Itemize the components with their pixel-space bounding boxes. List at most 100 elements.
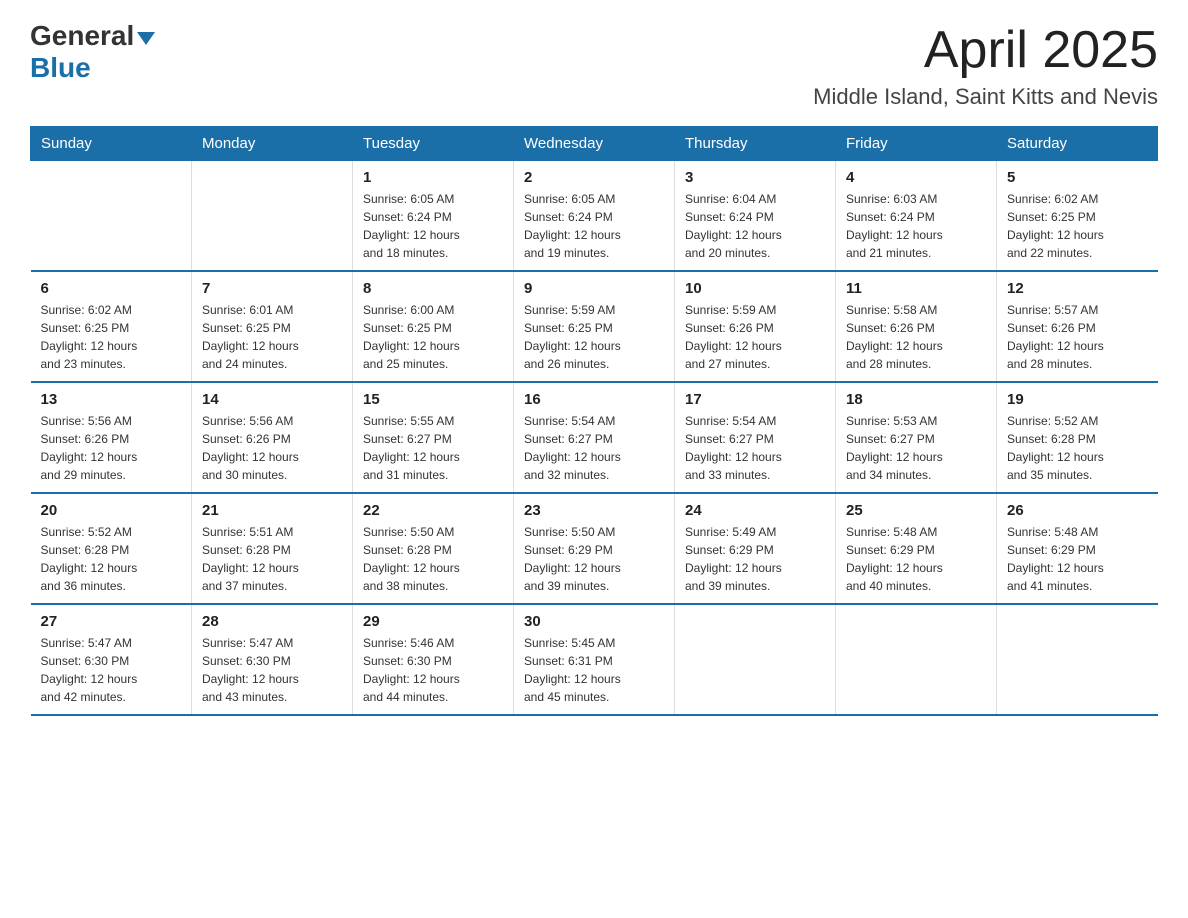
day-info: Sunrise: 5:47 AM Sunset: 6:30 PM Dayligh… — [41, 634, 182, 706]
calendar-cell: 18 Sunrise: 5:53 AM Sunset: 6:27 PM Dayli… — [836, 382, 997, 493]
calendar-cell: 11Sunrise: 5:58 AM Sunset: 6:26 PM Dayli… — [836, 271, 997, 382]
day-number: 16 — [524, 391, 664, 408]
day-info: Sunrise: 5:54 AM Sunset: 6:27 PM Dayligh… — [524, 412, 664, 484]
title-block: April 2025 Middle Island, Saint Kitts an… — [813, 20, 1158, 110]
calendar-week-4: 20 Sunrise: 5:52 AM Sunset: 6:28 PM Dayli… — [31, 493, 1158, 604]
day-info: Sunrise: 5:52 AM Sunset: 6:28 PM Dayligh… — [1007, 412, 1148, 484]
calendar-cell: 3Sunrise: 6:04 AM Sunset: 6:24 PM Daylig… — [675, 161, 836, 272]
logo: General Blue — [30, 20, 155, 84]
day-info: Sunrise: 5:55 AM Sunset: 6:27 PM Dayligh… — [363, 412, 503, 484]
calendar-cell: 10 Sunrise: 5:59 AM Sunset: 6:26 PM Dayli… — [675, 271, 836, 382]
calendar-cell: 13Sunrise: 5:56 AM Sunset: 6:26 PM Dayli… — [31, 382, 192, 493]
day-number: 5 — [1007, 169, 1148, 186]
calendar-cell: 20 Sunrise: 5:52 AM Sunset: 6:28 PM Dayli… — [31, 493, 192, 604]
day-number: 22 — [363, 502, 503, 519]
day-info: Sunrise: 5:57 AM Sunset: 6:26 PM Dayligh… — [1007, 301, 1148, 373]
day-number: 18 — [846, 391, 986, 408]
day-info: Sunrise: 6:01 AM Sunset: 6:25 PM Dayligh… — [202, 301, 342, 373]
day-number: 14 — [202, 391, 342, 408]
day-info: Sunrise: 5:48 AM Sunset: 6:29 PM Dayligh… — [846, 523, 986, 595]
day-number: 11 — [846, 280, 986, 297]
day-number: 12 — [1007, 280, 1148, 297]
calendar-cell: 1 Sunrise: 6:05 AM Sunset: 6:24 PM Daylig… — [353, 161, 514, 272]
calendar-week-1: 1 Sunrise: 6:05 AM Sunset: 6:24 PM Daylig… — [31, 161, 1158, 272]
calendar-cell: 22 Sunrise: 5:50 AM Sunset: 6:28 PM Dayli… — [353, 493, 514, 604]
day-info: Sunrise: 5:59 AM Sunset: 6:25 PM Dayligh… — [524, 301, 664, 373]
calendar-cell: 5 Sunrise: 6:02 AM Sunset: 6:25 PM Daylig… — [997, 161, 1158, 272]
day-number: 4 — [846, 169, 986, 186]
day-number: 20 — [41, 502, 182, 519]
calendar-cell — [192, 161, 353, 272]
calendar-week-5: 27 Sunrise: 5:47 AM Sunset: 6:30 PM Dayli… — [31, 604, 1158, 715]
calendar-cell: 28 Sunrise: 5:47 AM Sunset: 6:30 PM Dayli… — [192, 604, 353, 715]
calendar-cell — [675, 604, 836, 715]
day-info: Sunrise: 5:52 AM Sunset: 6:28 PM Dayligh… — [41, 523, 182, 595]
day-info: Sunrise: 5:53 AM Sunset: 6:27 PM Dayligh… — [846, 412, 986, 484]
day-number: 10 — [685, 280, 825, 297]
col-header-thursday: Thursday — [675, 127, 836, 161]
day-info: Sunrise: 6:02 AM Sunset: 6:25 PM Dayligh… — [1007, 190, 1148, 262]
day-info: Sunrise: 5:46 AM Sunset: 6:30 PM Dayligh… — [363, 634, 503, 706]
day-number: 17 — [685, 391, 825, 408]
col-header-tuesday: Tuesday — [353, 127, 514, 161]
calendar-cell: 2 Sunrise: 6:05 AM Sunset: 6:24 PM Daylig… — [514, 161, 675, 272]
day-info: Sunrise: 6:03 AM Sunset: 6:24 PM Dayligh… — [846, 190, 986, 262]
day-number: 21 — [202, 502, 342, 519]
day-number: 19 — [1007, 391, 1148, 408]
calendar-cell: 24Sunrise: 5:49 AM Sunset: 6:29 PM Dayli… — [675, 493, 836, 604]
day-info: Sunrise: 5:47 AM Sunset: 6:30 PM Dayligh… — [202, 634, 342, 706]
calendar-cell: 6Sunrise: 6:02 AM Sunset: 6:25 PM Daylig… — [31, 271, 192, 382]
calendar-cell: 23 Sunrise: 5:50 AM Sunset: 6:29 PM Dayli… — [514, 493, 675, 604]
calendar-cell: 16 Sunrise: 5:54 AM Sunset: 6:27 PM Dayli… — [514, 382, 675, 493]
calendar-cell: 9 Sunrise: 5:59 AM Sunset: 6:25 PM Daylig… — [514, 271, 675, 382]
calendar-cell: 26 Sunrise: 5:48 AM Sunset: 6:29 PM Dayli… — [997, 493, 1158, 604]
day-info: Sunrise: 5:51 AM Sunset: 6:28 PM Dayligh… — [202, 523, 342, 595]
month-title: April 2025 — [813, 20, 1158, 80]
day-number: 26 — [1007, 502, 1148, 519]
day-number: 2 — [524, 169, 664, 186]
day-number: 13 — [41, 391, 182, 408]
calendar-cell: 21 Sunrise: 5:51 AM Sunset: 6:28 PM Dayli… — [192, 493, 353, 604]
calendar-cell: 19 Sunrise: 5:52 AM Sunset: 6:28 PM Dayli… — [997, 382, 1158, 493]
calendar-header-row: SundayMondayTuesdayWednesdayThursdayFrid… — [31, 127, 1158, 161]
day-number: 3 — [685, 169, 825, 186]
calendar-cell: 17 Sunrise: 5:54 AM Sunset: 6:27 PM Dayli… — [675, 382, 836, 493]
day-info: Sunrise: 6:05 AM Sunset: 6:24 PM Dayligh… — [524, 190, 664, 262]
day-info: Sunrise: 5:54 AM Sunset: 6:27 PM Dayligh… — [685, 412, 825, 484]
logo-blue-text: Blue — [30, 52, 91, 84]
day-info: Sunrise: 5:50 AM Sunset: 6:29 PM Dayligh… — [524, 523, 664, 595]
day-number: 24 — [685, 502, 825, 519]
day-number: 15 — [363, 391, 503, 408]
day-number: 23 — [524, 502, 664, 519]
calendar-cell — [31, 161, 192, 272]
logo-general-text: General — [30, 20, 134, 52]
day-info: Sunrise: 6:05 AM Sunset: 6:24 PM Dayligh… — [363, 190, 503, 262]
day-info: Sunrise: 6:00 AM Sunset: 6:25 PM Dayligh… — [363, 301, 503, 373]
calendar-cell: 15 Sunrise: 5:55 AM Sunset: 6:27 PM Dayli… — [353, 382, 514, 493]
calendar-cell: 27 Sunrise: 5:47 AM Sunset: 6:30 PM Dayli… — [31, 604, 192, 715]
calendar-cell: 4 Sunrise: 6:03 AM Sunset: 6:24 PM Daylig… — [836, 161, 997, 272]
logo-triangle-icon — [137, 32, 155, 45]
day-info: Sunrise: 5:50 AM Sunset: 6:28 PM Dayligh… — [363, 523, 503, 595]
day-number: 28 — [202, 613, 342, 630]
calendar-cell: 30Sunrise: 5:45 AM Sunset: 6:31 PM Dayli… — [514, 604, 675, 715]
day-number: 9 — [524, 280, 664, 297]
calendar-cell: 14Sunrise: 5:56 AM Sunset: 6:26 PM Dayli… — [192, 382, 353, 493]
col-header-sunday: Sunday — [31, 127, 192, 161]
page-header: General Blue April 2025 Middle Island, S… — [30, 20, 1158, 110]
calendar-cell: 29 Sunrise: 5:46 AM Sunset: 6:30 PM Dayli… — [353, 604, 514, 715]
col-header-monday: Monday — [192, 127, 353, 161]
day-number: 1 — [363, 169, 503, 186]
day-number: 25 — [846, 502, 986, 519]
day-number: 7 — [202, 280, 342, 297]
day-info: Sunrise: 5:59 AM Sunset: 6:26 PM Dayligh… — [685, 301, 825, 373]
day-number: 27 — [41, 613, 182, 630]
day-info: Sunrise: 5:48 AM Sunset: 6:29 PM Dayligh… — [1007, 523, 1148, 595]
col-header-saturday: Saturday — [997, 127, 1158, 161]
day-number: 29 — [363, 613, 503, 630]
day-number: 30 — [524, 613, 664, 630]
col-header-wednesday: Wednesday — [514, 127, 675, 161]
calendar-cell — [836, 604, 997, 715]
calendar-cell: 8Sunrise: 6:00 AM Sunset: 6:25 PM Daylig… — [353, 271, 514, 382]
calendar-cell: 12 Sunrise: 5:57 AM Sunset: 6:26 PM Dayli… — [997, 271, 1158, 382]
